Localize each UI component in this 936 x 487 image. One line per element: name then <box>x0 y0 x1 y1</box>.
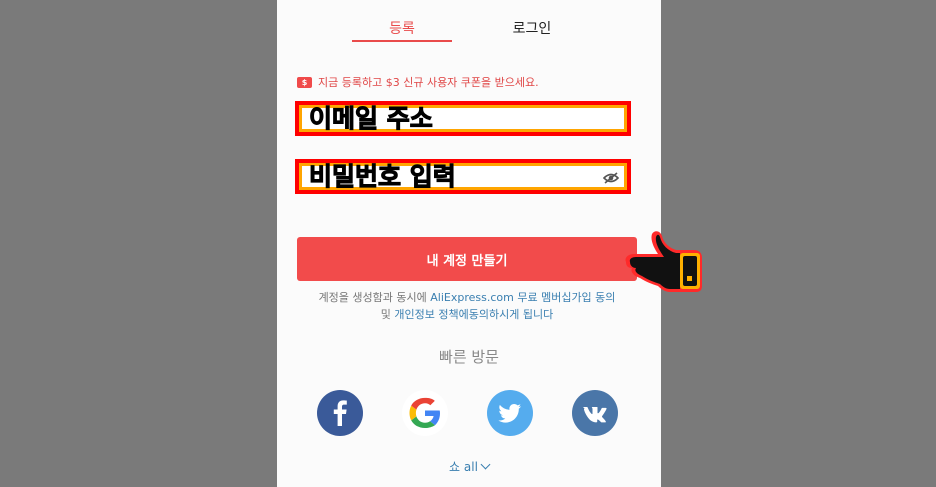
google-icon <box>409 397 440 428</box>
chevron-down-icon <box>480 459 491 470</box>
facebook-icon <box>333 400 347 426</box>
password-field[interactable] <box>299 163 627 190</box>
show-all-label: 쇼 all <box>449 460 478 474</box>
terms-notice: 계정을 생성함과 동시에 AliExpress.com 무료 멤버십가입 동의 … <box>297 289 637 323</box>
coupon-icon: $ <box>297 76 312 88</box>
terms-prefix: 계정을 생성함과 동시에 <box>318 291 431 304</box>
google-login-button[interactable] <box>402 390 448 436</box>
active-tab-underline <box>352 40 452 42</box>
twitter-login-button[interactable] <box>487 390 533 436</box>
terms-middle: 및 <box>380 308 395 321</box>
tab-login[interactable]: 로그인 <box>482 18 582 38</box>
password-field-wrapper <box>295 159 631 194</box>
privacy-policy-link[interactable]: 개인정보 정책에동의하시게 됩니다 <box>394 308 553 321</box>
eye-off-icon[interactable] <box>603 172 619 184</box>
show-all-button[interactable]: 쇼 all <box>277 458 661 475</box>
facebook-login-button[interactable] <box>317 390 363 436</box>
register-panel: 등록 로그인 $ 지금 등록하고 $3 신규 사용자 쿠폰을 받으세요. 내 계… <box>277 0 661 487</box>
email-field-wrapper <box>295 101 631 136</box>
vk-icon <box>583 407 607 423</box>
membership-terms-link[interactable]: AliExpress.com 무료 멤버십가입 동의 <box>430 291 615 304</box>
vk-login-button[interactable] <box>572 390 618 436</box>
twitter-icon <box>498 404 521 423</box>
quick-visit-title: 빠른 방문 <box>439 348 499 366</box>
coupon-promo: $ 지금 등록하고 $3 신규 사용자 쿠폰을 받으세요. <box>297 74 539 90</box>
pointing-hand-icon <box>625 231 702 292</box>
email-field[interactable] <box>299 105 627 132</box>
tab-register[interactable]: 등록 <box>352 18 452 38</box>
create-account-button[interactable]: 내 계정 만들기 <box>297 237 637 281</box>
promo-text: 지금 등록하고 $3 신규 사용자 쿠폰을 받으세요. <box>318 76 539 89</box>
auth-tabs: 등록 로그인 <box>277 18 661 44</box>
